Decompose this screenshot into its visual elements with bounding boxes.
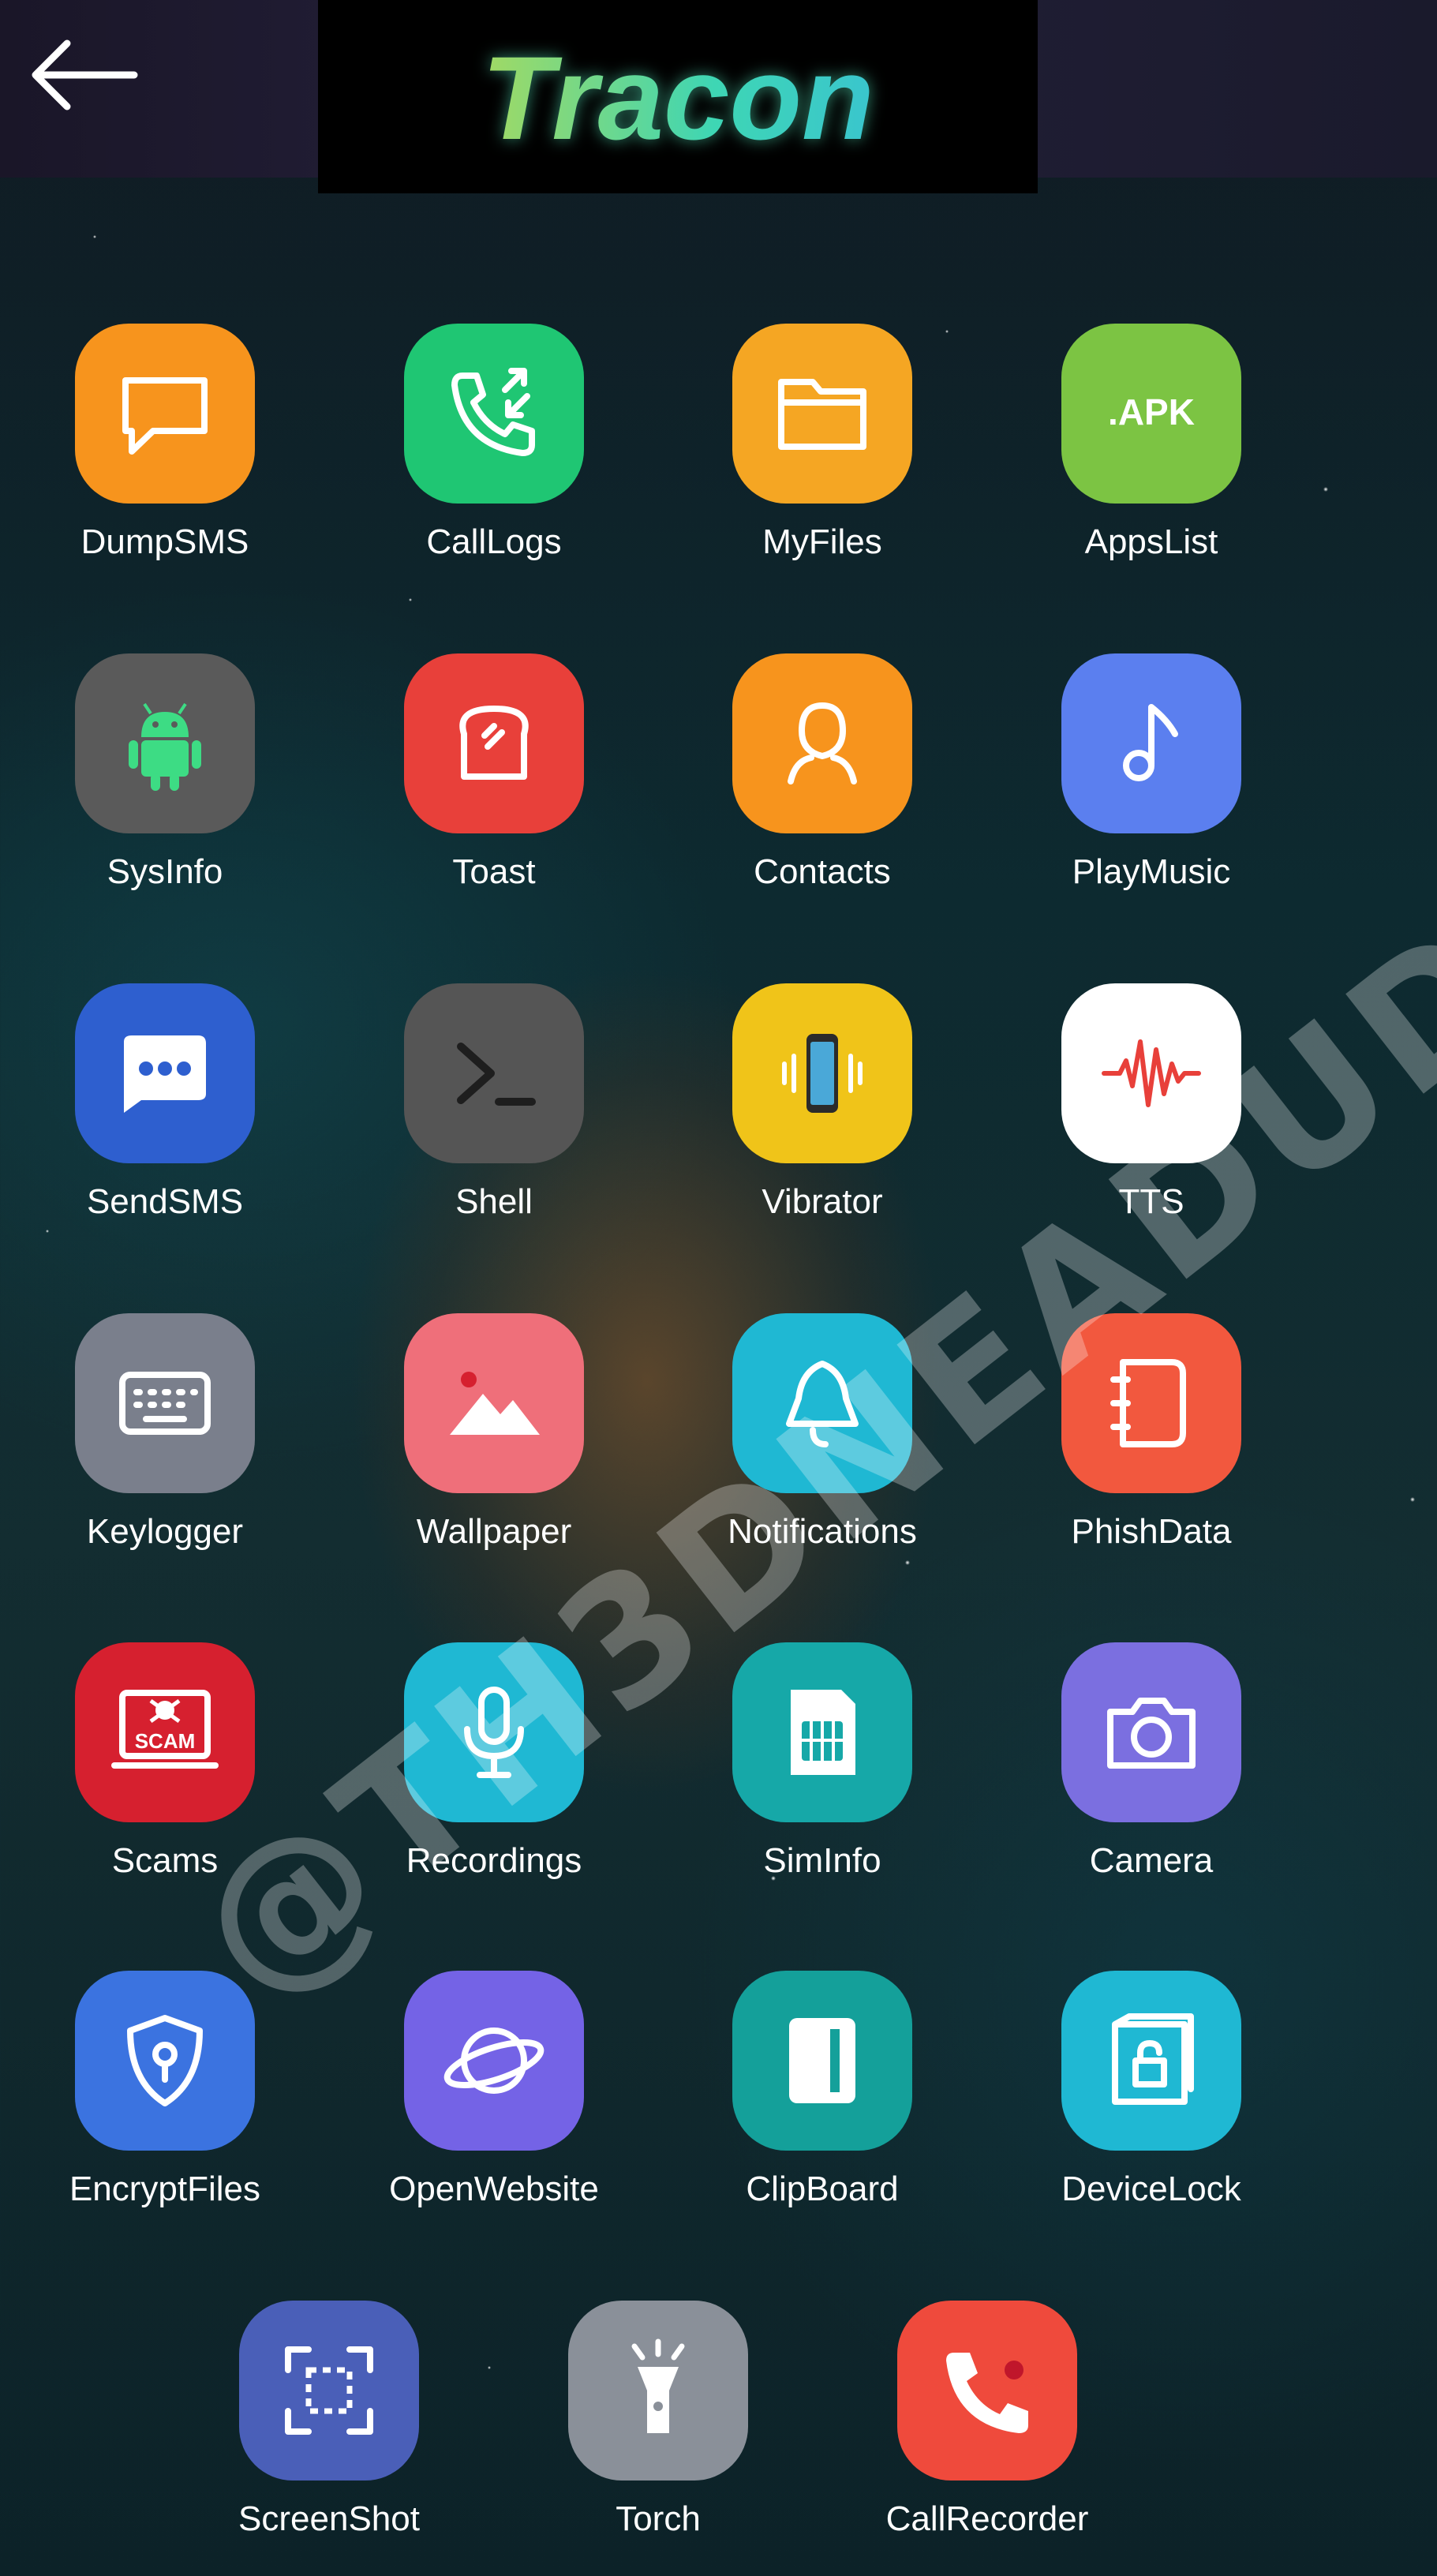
app-label: Toast [452,852,536,891]
app-label: SimInfo [763,1841,881,1880]
sound-wave-icon [1061,983,1241,1163]
person-icon [732,653,912,833]
app-myfiles[interactable]: MyFiles [672,324,972,562]
app-label: TTS [1118,1182,1184,1221]
app-label: Recordings [406,1841,582,1880]
app-sysinfo[interactable]: SysInfo [15,653,315,892]
camera-icon [1061,1642,1241,1822]
device-lock-icon [1061,1971,1241,2151]
app-title: Tracon [318,30,1038,167]
scam-laptop-icon: SCAM [75,1642,255,1822]
app-callrecorder[interactable]: CallRecorder [837,2301,1137,2539]
app-phishdata[interactable]: PhishData [1001,1313,1301,1552]
app-label: Notifications [728,1512,917,1551]
android-icon [75,653,255,833]
app-label: Keylogger [86,1512,244,1551]
app-keylogger[interactable]: Keylogger [15,1313,315,1552]
planet-icon [404,1971,584,2151]
message-bubble-icon [75,324,255,504]
app-vibrator[interactable]: Vibrator [672,983,972,1222]
app-label: AppsList [1084,522,1218,561]
app-dumpsms[interactable]: DumpSMS [15,324,315,562]
toast-bread-icon [404,653,584,833]
app-label: Wallpaper [416,1512,572,1551]
shield-lock-icon [75,1971,255,2151]
app-label: PlayMusic [1072,852,1231,891]
app-label: Torch [616,2499,701,2538]
clipboard-icon [732,1971,912,2151]
app-label: DumpSMS [80,522,249,561]
app-torch[interactable]: Torch [508,2301,808,2539]
app-label: SendSMS [86,1182,244,1221]
app-recordings[interactable]: Recordings [344,1642,644,1881]
app-wallpaper[interactable]: Wallpaper [344,1313,644,1552]
app-scams[interactable]: SCAM Scams [15,1642,315,1881]
app-playmusic[interactable]: PlayMusic [1001,653,1301,892]
app-label: SysInfo [107,852,223,891]
app-encryptfiles[interactable]: EncryptFiles [15,1971,315,2209]
app-label: DeviceLock [1061,2170,1241,2208]
app-label: EncryptFiles [69,2170,261,2208]
phone-arrows-icon [404,324,584,504]
microphone-icon [404,1642,584,1822]
app-siminfo[interactable]: SimInfo [672,1642,972,1881]
back-arrow-icon[interactable] [24,32,142,118]
app-label: Contacts [754,852,891,891]
app-label: PhishData [1071,1512,1232,1551]
terminal-icon [404,983,584,1163]
keyboard-icon [75,1313,255,1493]
app-clipboard[interactable]: ClipBoard [672,1971,972,2209]
app-shell[interactable]: Shell [344,983,644,1222]
phone-record-icon [897,2301,1077,2481]
app-tts[interactable]: TTS [1001,983,1301,1222]
chat-dots-icon [75,983,255,1163]
apk-icon: .APK [1061,324,1241,504]
svg-text:SCAM: SCAM [135,1729,196,1753]
flashlight-icon [568,2301,748,2481]
app-label: MyFiles [762,522,882,561]
app-label: OpenWebsite [389,2170,599,2208]
app-label: ScreenShot [238,2499,420,2538]
app-toast[interactable]: Toast [344,653,644,892]
app-calllogs[interactable]: CallLogs [344,324,644,562]
folder-icon [732,324,912,504]
bell-icon [732,1313,912,1493]
image-icon [404,1313,584,1493]
notebook-icon [1061,1313,1241,1493]
app-label: Scams [111,1841,219,1880]
app-label: Vibrator [762,1182,883,1221]
app-notifications[interactable]: Notifications [672,1313,972,1552]
app-screenshot[interactable]: ScreenShot [179,2301,479,2539]
app-sendsms[interactable]: SendSMS [15,983,315,1222]
app-label: CallLogs [426,522,562,561]
app-contacts[interactable]: Contacts [672,653,972,892]
app-label: Camera [1089,1841,1214,1880]
sim-card-icon [732,1642,912,1822]
app-camera[interactable]: Camera [1001,1642,1301,1881]
vibrating-phone-icon [732,983,912,1163]
app-label: Shell [455,1182,533,1221]
svg-text:.APK: .APK [1108,391,1195,432]
app-devicelock[interactable]: DeviceLock [1001,1971,1301,2209]
app-openwebsite[interactable]: OpenWebsite [344,1971,644,2209]
app-appslist[interactable]: .APK AppsList [1001,324,1301,562]
app-label: ClipBoard [746,2170,899,2208]
app-label: CallRecorder [885,2499,1089,2538]
title-banner: Tracon [318,0,1038,193]
screenshot-frame-icon [239,2301,419,2481]
music-note-icon [1061,653,1241,833]
